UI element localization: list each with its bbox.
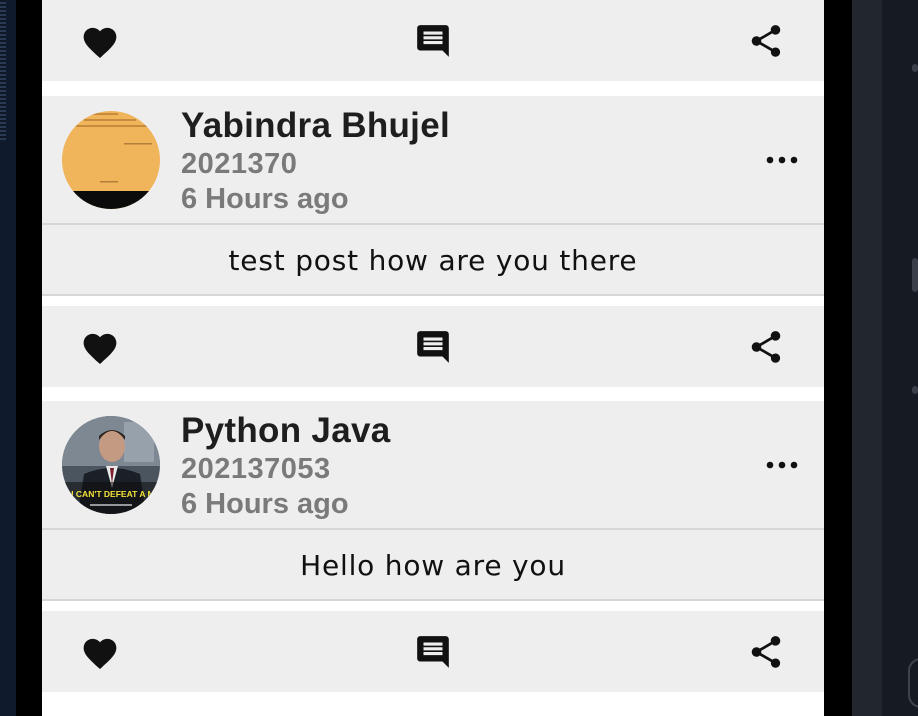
more-horiz-icon	[766, 461, 798, 469]
more-horiz-icon	[766, 156, 798, 164]
post-header: Yabindra Bhujel 2021370 6 Hours ago	[42, 96, 824, 223]
heart-icon	[83, 638, 117, 669]
post-timestamp: 6 Hours ago	[181, 488, 349, 520]
more-options-button[interactable]	[760, 146, 804, 174]
background-marker	[912, 386, 918, 394]
comment-button[interactable]	[403, 306, 463, 387]
like-button[interactable]	[70, 611, 130, 692]
window-right-bezel	[852, 0, 882, 716]
post-content: test post how are you there	[42, 225, 824, 295]
post-header: YOU CAN'T DEFEAT A MAN Python Java 20213…	[42, 401, 824, 528]
avatar-image	[62, 111, 160, 209]
avatar-image: YOU CAN'T DEFEAT A MAN	[62, 416, 160, 514]
comment-icon	[417, 635, 449, 668]
share-icon	[751, 635, 781, 668]
share-button[interactable]	[736, 0, 796, 81]
post-text: Hello how are you	[300, 548, 566, 582]
share-button[interactable]	[736, 611, 796, 692]
avatar-caption: YOU CAN'T DEFEAT A MAN	[62, 489, 160, 499]
comment-button[interactable]	[403, 0, 463, 81]
share-icon	[751, 24, 781, 57]
heart-icon	[83, 333, 117, 364]
post-timestamp: 6 Hours ago	[181, 183, 349, 215]
more-options-button[interactable]	[760, 451, 804, 479]
background-marker	[912, 258, 918, 292]
post-actions-bar	[42, 611, 824, 692]
share-button[interactable]	[736, 306, 796, 387]
post-text: test post how are you there	[228, 243, 638, 277]
desktop-left-edge	[0, 0, 16, 716]
post-actions-bar	[42, 306, 824, 387]
like-button[interactable]	[70, 306, 130, 387]
comment-icon	[417, 330, 449, 363]
author-id: 202137053	[181, 453, 331, 485]
divider	[42, 294, 824, 296]
avatar[interactable]: YOU CAN'T DEFEAT A MAN	[62, 416, 160, 514]
divider	[42, 599, 824, 601]
feed-screen: Yabindra Bhujel 2021370 6 Hours ago test…	[42, 0, 824, 716]
comment-icon	[417, 24, 449, 57]
post-content: Hello how are you	[42, 530, 824, 600]
heart-icon	[83, 27, 117, 58]
background-marker	[912, 64, 918, 72]
author-id: 2021370	[181, 148, 298, 180]
author-name[interactable]: Python Java	[181, 411, 391, 451]
background-window	[882, 0, 918, 716]
background-ring	[908, 658, 918, 708]
author-name[interactable]: Yabindra Bhujel	[181, 106, 450, 146]
like-button[interactable]	[70, 0, 130, 81]
share-icon	[751, 330, 781, 363]
post-actions-bar	[42, 0, 824, 81]
avatar[interactable]	[62, 111, 160, 209]
comment-button[interactable]	[403, 611, 463, 692]
